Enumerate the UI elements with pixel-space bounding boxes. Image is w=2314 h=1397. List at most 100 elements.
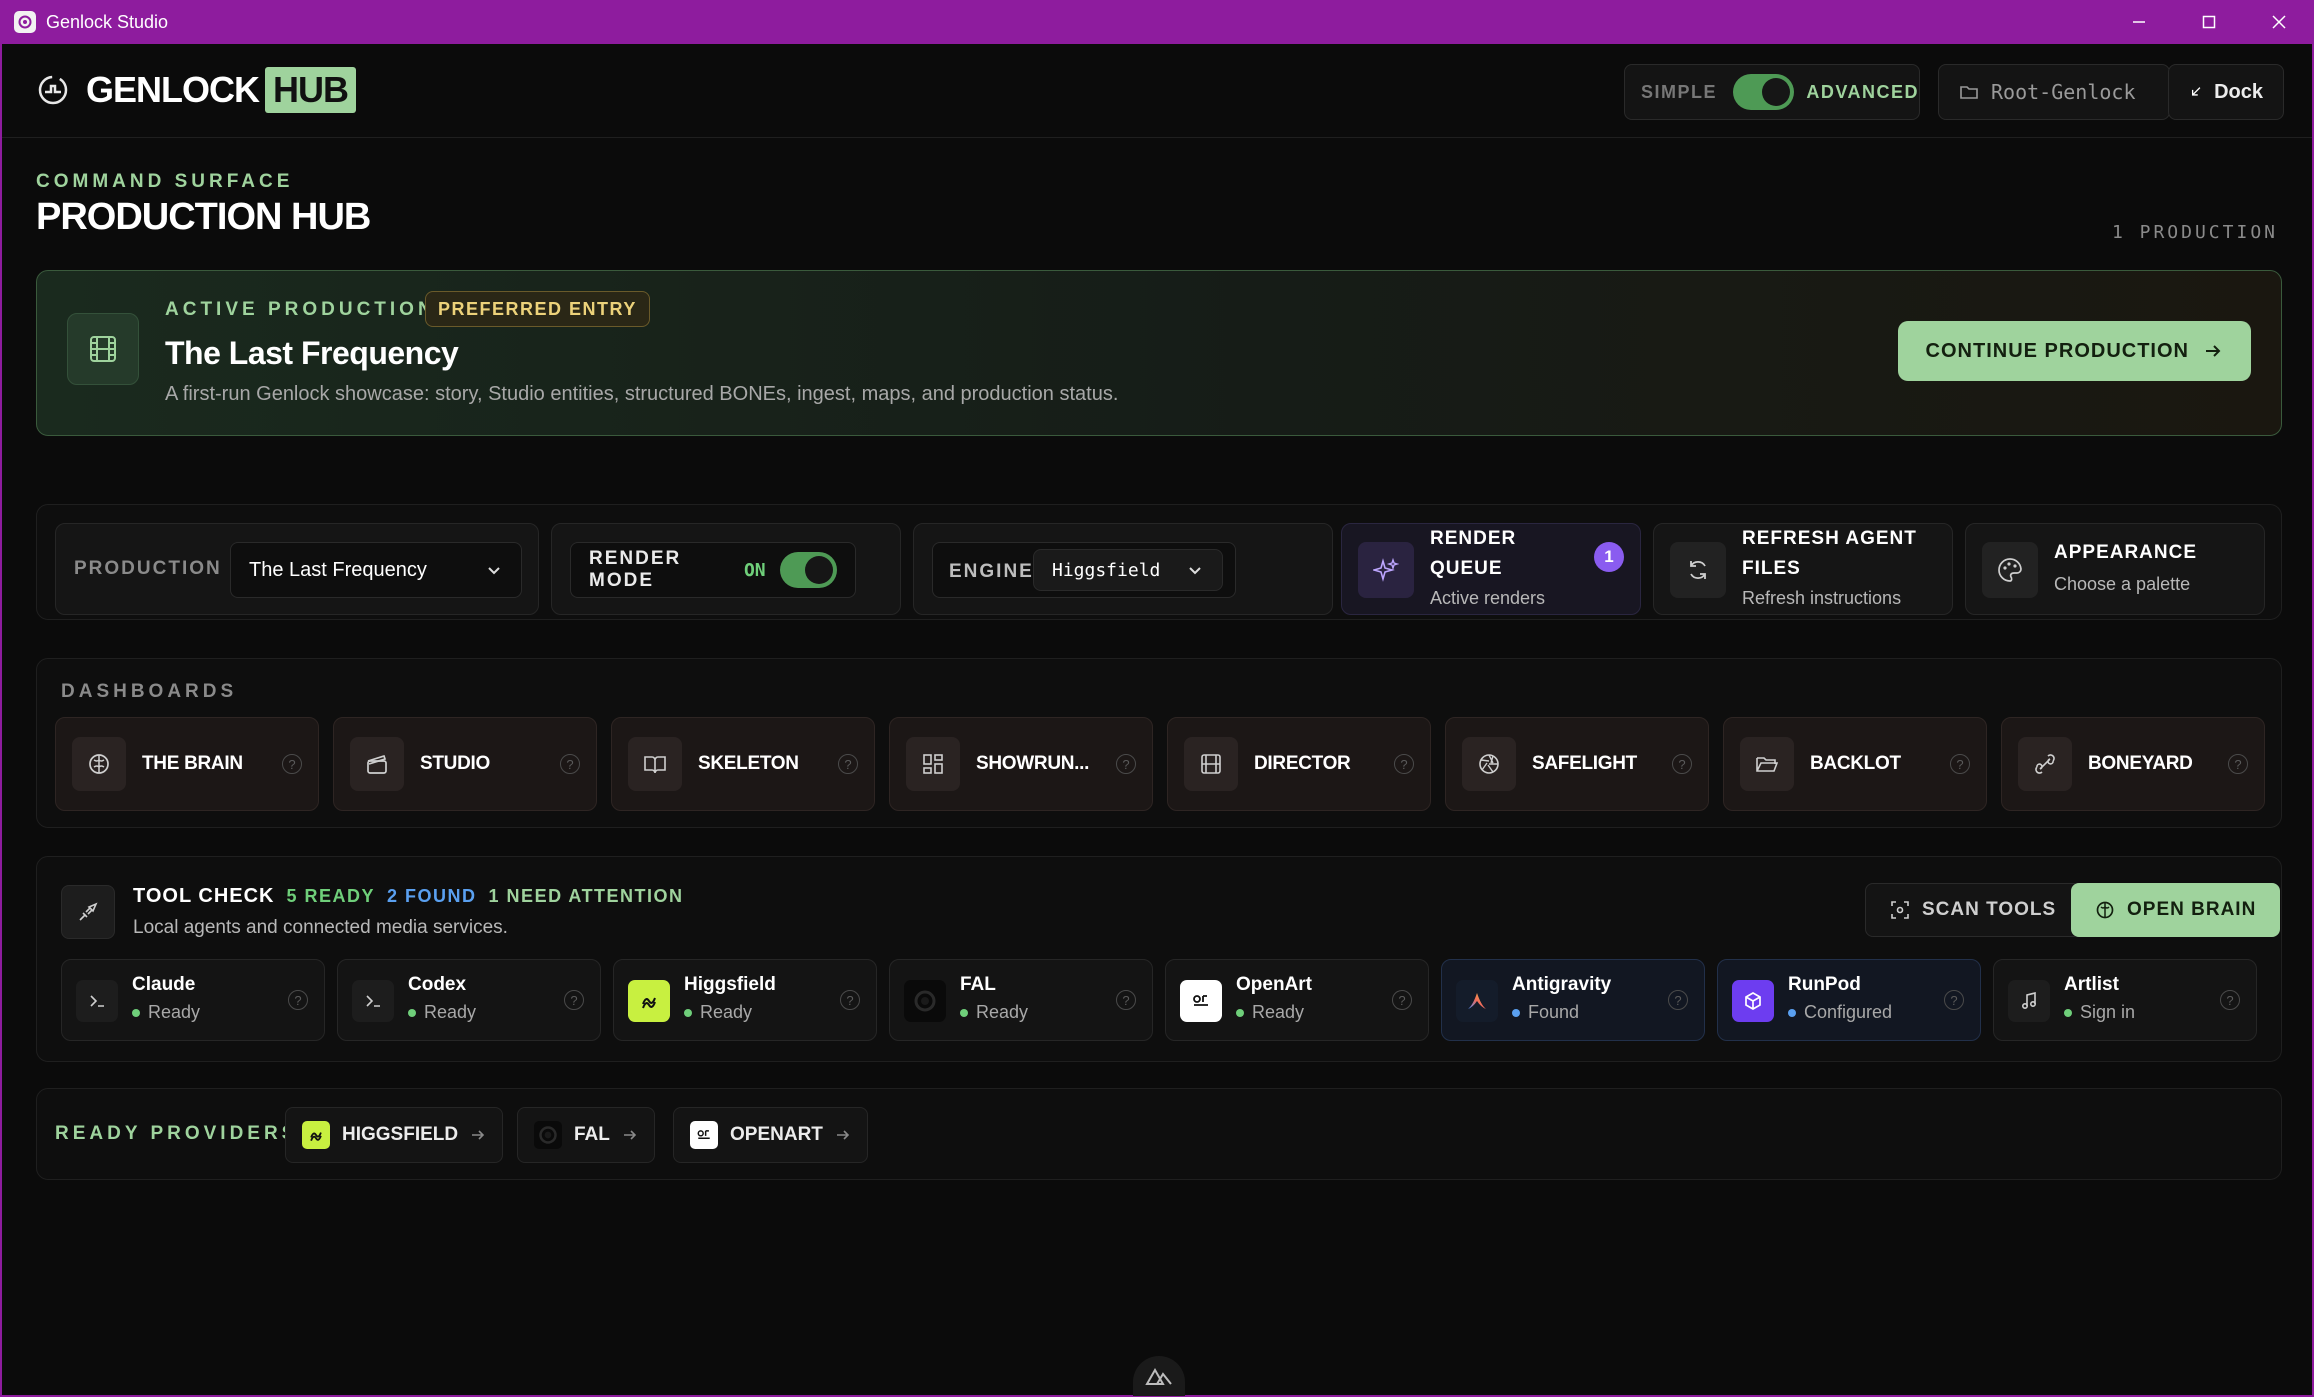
dashboard-skeleton[interactable]: SKELETON ? (611, 717, 875, 811)
dashboard-the-brain[interactable]: THE BRAIN ? (55, 717, 319, 811)
provider-chip-higgsfield[interactable]: HIGGSFIELD (285, 1107, 504, 1163)
minimize-button[interactable] (2104, 0, 2174, 44)
help-icon[interactable]: ? (2228, 754, 2248, 774)
close-window-button[interactable] (2244, 0, 2314, 44)
tool-card-openart[interactable]: OpenArt Ready ? (1165, 959, 1429, 1041)
tool-status: Sign in (2064, 1002, 2135, 1023)
tool-card-runpod[interactable]: RunPod Configured ? (1717, 959, 1981, 1041)
production-select-value: The Last Frequency (249, 558, 427, 581)
help-icon[interactable]: ? (1116, 990, 1136, 1010)
help-icon[interactable]: ? (1668, 990, 1688, 1010)
help-icon[interactable]: ? (1392, 990, 1412, 1010)
refresh-agent-files-title: REFRESH AGENT FILES (1742, 528, 1917, 579)
help-icon[interactable]: ? (1944, 990, 1964, 1010)
help-icon[interactable]: ? (1950, 754, 1970, 774)
window-titlebar: Genlock Studio (0, 0, 2314, 44)
dashboard-boneyard[interactable]: BONEYARD ? (2001, 717, 2265, 811)
runpod-icon (1732, 980, 1774, 1022)
tool-status: Ready (684, 1002, 752, 1023)
render-mode-toggle[interactable] (779, 552, 837, 588)
openart-icon (1180, 980, 1222, 1022)
ready-count: 5 READY (286, 886, 376, 906)
nuxt-devtools-icon[interactable] (1133, 1356, 1185, 1396)
tool-status-text: Sign in (2080, 1002, 2136, 1022)
production-select[interactable]: The Last Frequency (230, 542, 522, 598)
tool-status-text: Ready (700, 1002, 753, 1022)
continue-production-button[interactable]: CONTINUE PRODUCTION (1897, 321, 2251, 381)
active-production-label: ACTIVE PRODUCTION (165, 299, 436, 320)
arrow-right-icon (836, 1130, 850, 1140)
tool-card-claude[interactable]: Claude Ready ? (61, 959, 325, 1041)
provider-chip-fal[interactable]: FAL (517, 1107, 655, 1163)
tool-card-higgsfield[interactable]: Higgsfield Ready ? (613, 959, 877, 1041)
palette-icon (1982, 542, 2038, 598)
tool-status-text: Ready (424, 1002, 477, 1022)
tool-check-subtitle: Local agents and connected media service… (133, 917, 508, 938)
tool-status: Configured (1788, 1002, 1892, 1023)
dashboard-showrunner[interactable]: SHOWRUN... ? (889, 717, 1153, 811)
tool-card-artlist[interactable]: Artlist Sign in ? (1993, 959, 2257, 1041)
help-icon[interactable]: ? (564, 990, 584, 1010)
refresh-agent-files-tile[interactable]: REFRESH AGENT FILES Refresh instructions (1653, 523, 1953, 615)
tool-check-title: TOOL CHECK (133, 885, 275, 907)
tool-card-codex[interactable]: Codex Ready ? (337, 959, 601, 1041)
mode-switch[interactable]: SIMPLE ADVANCED (1624, 64, 1920, 120)
help-icon[interactable]: ? (288, 990, 308, 1010)
help-icon[interactable]: ? (1394, 754, 1414, 774)
mode-toggle[interactable] (1733, 74, 1795, 110)
help-icon[interactable]: ? (2220, 990, 2240, 1010)
maximize-button[interactable] (2174, 0, 2244, 44)
status-dot (132, 1008, 140, 1017)
plug-icon (61, 885, 115, 939)
help-icon[interactable]: ? (838, 754, 858, 774)
dashboard-backlot[interactable]: BACKLOT ? (1723, 717, 1987, 811)
provider-label: HIGGSFIELD (342, 1124, 459, 1145)
root-folder-button[interactable]: Root-Genlock (1938, 64, 2170, 120)
app-frame: GENLOCK HUB SIMPLE ADVANCED Root-Genlock… (0, 44, 2314, 1397)
engine-select[interactable]: Higgsfield (1033, 549, 1223, 591)
dashboard-label: BONEYARD (2088, 753, 2193, 774)
status-dot (2064, 1008, 2072, 1017)
dashboard-safelight[interactable]: SAFELIGHT ? (1445, 717, 1709, 811)
brain-icon (2096, 901, 2114, 919)
active-production-name: The Last Frequency (165, 335, 459, 371)
tool-card-fal[interactable]: FAL Ready ? (889, 959, 1153, 1041)
genlock-logo-icon (38, 75, 68, 105)
tool-status: Ready (132, 1002, 200, 1023)
ready-providers-panel: READY PROVIDERS HIGGSFIELD FAL OPENART (36, 1088, 2282, 1180)
help-icon[interactable]: ? (1116, 754, 1136, 774)
mode-advanced-label: ADVANCED (1806, 81, 1919, 102)
engine-box: ENGINE Higgsfield (913, 523, 1333, 615)
dashboard-label: SKELETON (698, 753, 799, 774)
open-brain-button[interactable]: OPEN BRAIN (2071, 883, 2281, 937)
status-dot (684, 1008, 692, 1017)
production-count: 1 PRODUCTION (2111, 222, 2278, 243)
scan-tools-button[interactable]: SCAN TOOLS (1865, 883, 2082, 937)
attention-count: 1 NEED ATTENTION (488, 886, 684, 906)
status-dot (1788, 1008, 1796, 1017)
arrow-right-icon (472, 1130, 485, 1140)
render-queue-tile[interactable]: RENDER QUEUE Active renders 1 (1341, 523, 1641, 615)
status-dot (1512, 1008, 1520, 1017)
help-icon[interactable]: ? (282, 754, 302, 774)
higgsfield-icon (302, 1121, 330, 1149)
provider-chip-openart[interactable]: OPENART (673, 1107, 868, 1163)
root-folder-label: Root-Genlock (1991, 80, 2136, 104)
appearance-tile[interactable]: APPEARANCE Choose a palette (1965, 523, 2265, 615)
dock-button[interactable]: Dock (2168, 64, 2284, 120)
tool-card-antigravity[interactable]: Antigravity Found ? (1441, 959, 1705, 1041)
help-icon[interactable]: ? (560, 754, 580, 774)
help-icon[interactable]: ? (840, 990, 860, 1010)
tool-name: Antigravity (1512, 974, 1612, 995)
production-selector-box: PRODUCTION The Last Frequency (55, 523, 539, 615)
dashboard-label: DIRECTOR (1254, 753, 1351, 774)
production-label: PRODUCTION (74, 558, 222, 579)
help-icon[interactable]: ? (1672, 754, 1692, 774)
engine-label: ENGINE (949, 561, 1034, 582)
open-brain-label: OPEN BRAIN (2127, 899, 2257, 920)
dashboard-studio[interactable]: STUDIO ? (333, 717, 597, 811)
dashboard-director[interactable]: DIRECTOR ? (1167, 717, 1431, 811)
ready-providers-heading: READY PROVIDERS (55, 1123, 299, 1144)
openart-icon (690, 1121, 718, 1149)
render-mode-control[interactable]: RENDER MODE ON (570, 542, 856, 598)
